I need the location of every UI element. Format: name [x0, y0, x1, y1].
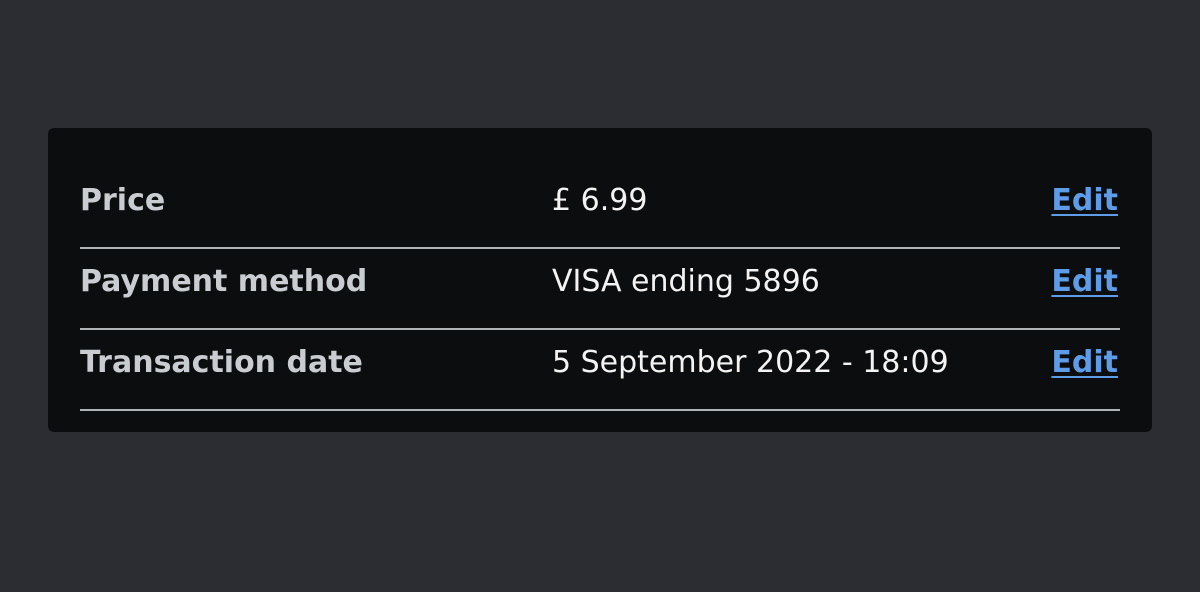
summary-card: Price £ 6.99 Edit Payment method VISA en… — [48, 128, 1152, 432]
transaction-date-value: 5 September 2022 - 18:09 — [552, 345, 949, 380]
summary-row-payment-method: Payment method VISA ending 5896 Edit — [80, 249, 1120, 330]
edit-payment-method-link[interactable]: Edit — [1051, 264, 1118, 300]
edit-price-link[interactable]: Edit — [1051, 183, 1118, 219]
summary-row-transaction-date: Transaction date 5 September 2022 - 18:0… — [80, 330, 1120, 411]
edit-transaction-date-link[interactable]: Edit — [1051, 345, 1118, 381]
transaction-date-key: Transaction date — [80, 345, 363, 380]
price-value: £ 6.99 — [552, 183, 648, 218]
summary-row-price: Price £ 6.99 Edit — [80, 168, 1120, 249]
summary-list: Price £ 6.99 Edit Payment method VISA en… — [80, 168, 1120, 411]
price-key: Price — [80, 183, 166, 218]
payment-method-value: VISA ending 5896 — [552, 264, 820, 299]
payment-method-key: Payment method — [80, 264, 368, 299]
